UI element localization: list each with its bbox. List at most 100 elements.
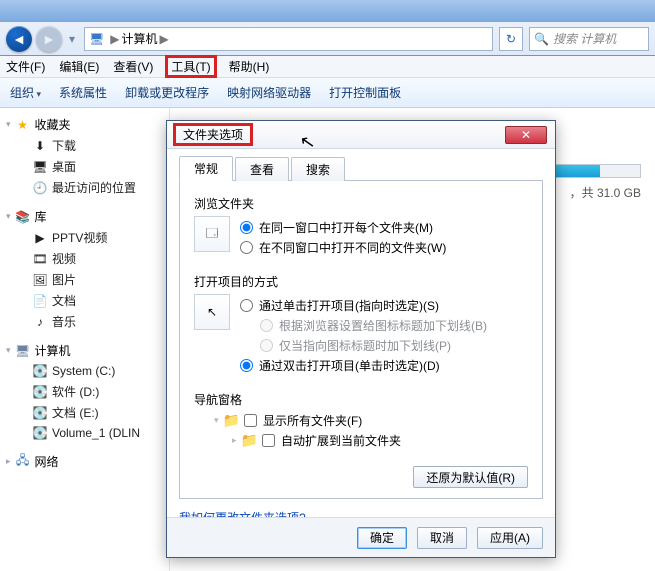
restore-defaults-button[interactable]: 还原为默认值(R) bbox=[413, 466, 528, 488]
sidebar-header-network: 网络 bbox=[35, 453, 59, 470]
menu-edit[interactable]: 编辑(E) bbox=[59, 58, 99, 75]
command-bar: 组织 系统属性 卸载或更改程序 映射网络驱动器 打开控制面板 bbox=[0, 78, 655, 108]
breadcrumb-location[interactable]: 计算机 bbox=[121, 30, 157, 47]
radio-single-click[interactable]: 通过单击打开项目(指向时选定)(S) bbox=[240, 297, 528, 314]
menu-help[interactable]: 帮助(H) bbox=[229, 58, 270, 75]
radio-same-window[interactable]: 在同一窗口中打开每个文件夹(M) bbox=[240, 219, 528, 236]
toolbar-map-drive[interactable]: 映射网络驱动器 bbox=[227, 84, 311, 101]
sidebar-item-pictures[interactable]: 🖼图片 bbox=[6, 269, 163, 290]
browse-folders-icon: 🗔 bbox=[194, 216, 230, 252]
tab-search[interactable]: 搜索 bbox=[291, 157, 345, 181]
section-navpane-title: 导航窗格 bbox=[194, 391, 528, 408]
sidebar-header-computer: 计算机 bbox=[35, 342, 71, 359]
sidebar-item-recent[interactable]: 🕘最近访问的位置 bbox=[6, 177, 163, 198]
drive-icon: 💽 bbox=[32, 363, 48, 379]
folder-icon: 📁 bbox=[223, 412, 240, 429]
window-titlebar bbox=[0, 0, 655, 22]
sidebar-group-computer[interactable]: ▾ 🖥 计算机 bbox=[6, 342, 163, 359]
search-icon: 🔍 bbox=[534, 32, 549, 46]
sidebar-item-downloads[interactable]: ⬇下载 bbox=[6, 135, 163, 156]
search-input[interactable]: 🔍 搜索 计算机 bbox=[529, 27, 649, 51]
folder-icon: 📁 bbox=[241, 432, 258, 449]
radio-underline-browser: 根据浏览器设置给图标标题加下划线(B) bbox=[240, 317, 528, 334]
sidebar-item-drive-d[interactable]: 💽软件 (D:) bbox=[6, 381, 163, 402]
search-placeholder: 搜索 计算机 bbox=[553, 30, 616, 47]
sidebar-item-pptv[interactable]: ▶PPTV视频 bbox=[6, 227, 163, 248]
breadcrumb-sep-icon[interactable]: ▶ bbox=[159, 32, 168, 46]
navigation-row: ◄ ► ▾ 🖥 ▶ 计算机 ▶ ↻ 🔍 搜索 计算机 bbox=[0, 22, 655, 56]
drive-capacity-text: ，共 31.0 GB bbox=[570, 184, 641, 201]
help-link[interactable]: 我如何更改文件夹选项? bbox=[179, 509, 306, 517]
recent-icon: 🕘 bbox=[32, 180, 48, 196]
menu-bar: 文件(F) 编辑(E) 查看(V) 工具(T) 帮助(H) bbox=[0, 56, 655, 78]
computer-icon: 🖥 bbox=[15, 343, 31, 359]
chevron-down-icon: ▾ bbox=[6, 211, 11, 222]
document-icon: 📄 bbox=[32, 293, 48, 309]
section-click-title: 打开项目的方式 bbox=[194, 273, 528, 290]
history-dropdown[interactable]: ▾ bbox=[66, 32, 78, 46]
folder-options-dialog: 文件夹选项 ✕ 常规 查看 搜索 浏览文件夹 🗔 在同一窗口中打开每个文件夹(M… bbox=[166, 120, 556, 558]
sidebar-item-desktop[interactable]: 🖥桌面 bbox=[6, 156, 163, 177]
menu-view[interactable]: 查看(V) bbox=[113, 58, 153, 75]
ok-button[interactable]: 确定 bbox=[357, 527, 407, 549]
drive-icon: 💽 bbox=[32, 405, 48, 421]
tab-panel-general: 浏览文件夹 🗔 在同一窗口中打开每个文件夹(M) 在不同窗口中打开不同的文件夹(… bbox=[179, 181, 543, 499]
tab-view[interactable]: 查看 bbox=[235, 157, 289, 181]
sidebar-header-favorites: 收藏夹 bbox=[35, 116, 71, 133]
music-icon: ♪ bbox=[32, 314, 48, 330]
dialog-tabs: 常规 查看 搜索 bbox=[179, 157, 543, 181]
chevron-down-icon: ▾ bbox=[214, 415, 219, 426]
section-browse-title: 浏览文件夹 bbox=[194, 195, 528, 212]
network-drive-icon: 💽 bbox=[32, 425, 48, 441]
sidebar-item-videos[interactable]: 🎞视频 bbox=[6, 248, 163, 269]
video-icon: 🎞 bbox=[32, 251, 48, 267]
sidebar-header-libraries: 库 bbox=[35, 208, 47, 225]
sidebar-item-documents[interactable]: 📄文档 bbox=[6, 290, 163, 311]
desktop-icon: 🖥 bbox=[32, 159, 48, 175]
dialog-footer: 确定 取消 应用(A) bbox=[167, 517, 555, 557]
back-button[interactable]: ◄ bbox=[6, 26, 32, 52]
breadcrumb-sep-icon: ▶ bbox=[110, 32, 119, 46]
computer-icon: 🖥 bbox=[89, 32, 104, 46]
sidebar-item-drive-e[interactable]: 💽文档 (E:) bbox=[6, 402, 163, 423]
sidebar-group-favorites[interactable]: ▾ ★ 收藏夹 bbox=[6, 116, 163, 133]
video-icon: ▶ bbox=[32, 230, 48, 246]
dialog-close-button[interactable]: ✕ bbox=[505, 126, 547, 144]
checkbox-auto-expand[interactable]: ▸ 📁 自动扩展到当前文件夹 bbox=[232, 432, 528, 449]
cancel-button[interactable]: 取消 bbox=[417, 527, 467, 549]
chevron-down-icon: ▾ bbox=[6, 345, 11, 356]
chevron-right-icon: ▸ bbox=[232, 435, 237, 446]
click-mode-icon: ↖ bbox=[194, 294, 230, 330]
radio-double-click[interactable]: 通过双击打开项目(单击时选定)(D) bbox=[240, 357, 528, 374]
sidebar-item-drive-net[interactable]: 💽Volume_1 (DLIN bbox=[6, 423, 163, 443]
network-icon: 🖧 bbox=[15, 454, 31, 470]
library-icon: 📚 bbox=[15, 209, 31, 225]
menu-tools[interactable]: 工具(T) bbox=[167, 57, 214, 76]
drive-icon: 💽 bbox=[32, 384, 48, 400]
chevron-down-icon: ▾ bbox=[6, 119, 11, 130]
toolbar-system-properties[interactable]: 系统属性 bbox=[59, 84, 107, 101]
chevron-right-icon: ▸ bbox=[6, 456, 11, 467]
tab-general[interactable]: 常规 bbox=[179, 156, 233, 181]
dialog-title: 文件夹选项 bbox=[175, 125, 251, 144]
star-icon: ★ bbox=[15, 117, 31, 133]
toolbar-uninstall[interactable]: 卸载或更改程序 bbox=[125, 84, 209, 101]
toolbar-organize[interactable]: 组织 bbox=[10, 84, 41, 101]
sidebar-group-libraries[interactable]: ▾ 📚 库 bbox=[6, 208, 163, 225]
radio-underline-point: 仅当指向图标标题时加下划线(P) bbox=[240, 337, 528, 354]
checkbox-show-all-folders[interactable]: ▾ 📁 显示所有文件夹(F) bbox=[214, 412, 528, 429]
refresh-button[interactable]: ↻ bbox=[499, 27, 523, 51]
sidebar-item-music[interactable]: ♪音乐 bbox=[6, 311, 163, 332]
dialog-titlebar[interactable]: 文件夹选项 ✕ bbox=[167, 121, 555, 149]
menu-file[interactable]: 文件(F) bbox=[6, 58, 45, 75]
sidebar-item-drive-c[interactable]: 💽System (C:) bbox=[6, 361, 163, 381]
radio-diff-window[interactable]: 在不同窗口中打开不同的文件夹(W) bbox=[240, 239, 528, 256]
sidebar-group-network[interactable]: ▸ 🖧 网络 bbox=[6, 453, 163, 470]
toolbar-control-panel[interactable]: 打开控制面板 bbox=[329, 84, 401, 101]
navigation-pane: ▾ ★ 收藏夹 ⬇下载 🖥桌面 🕘最近访问的位置 ▾ 📚 库 ▶PPTV视频 🎞… bbox=[0, 108, 170, 571]
address-bar[interactable]: 🖥 ▶ 计算机 ▶ bbox=[84, 27, 493, 51]
picture-icon: 🖼 bbox=[32, 272, 48, 288]
forward-button[interactable]: ► bbox=[36, 26, 62, 52]
apply-button[interactable]: 应用(A) bbox=[477, 527, 543, 549]
download-icon: ⬇ bbox=[32, 138, 48, 154]
